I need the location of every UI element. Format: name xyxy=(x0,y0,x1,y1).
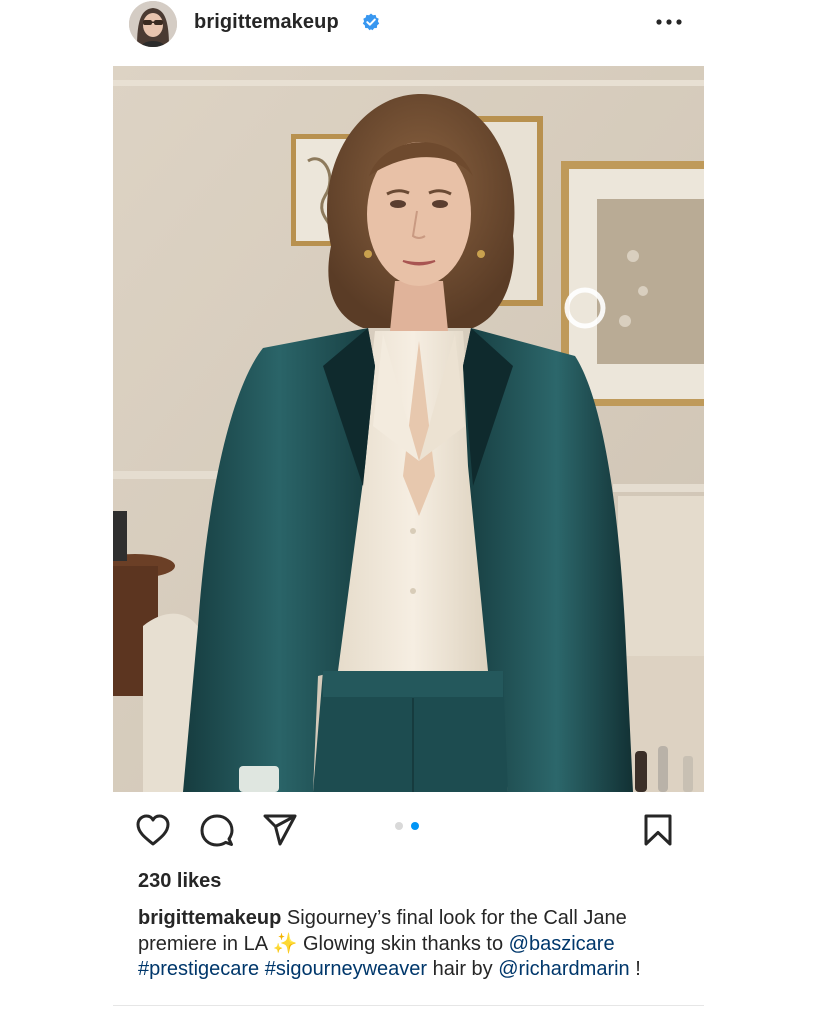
like-count[interactable]: 230 likes xyxy=(138,870,221,893)
caption-username[interactable]: brigittemakeup xyxy=(138,907,281,929)
share-send-icon[interactable] xyxy=(261,812,299,848)
mention-baszicare[interactable]: @baszicare xyxy=(509,933,615,955)
hashtag-prestigecare[interactable]: #prestigecare xyxy=(138,958,259,980)
more-options-icon[interactable] xyxy=(655,12,683,32)
post-username[interactable]: brigittemakeup xyxy=(194,11,339,34)
post-caption: brigittemakeup Sigourney’s final look fo… xyxy=(138,906,698,983)
divider xyxy=(113,1005,704,1006)
verified-badge-icon xyxy=(362,13,380,31)
post-header: brigittemakeup xyxy=(0,0,815,48)
caption-text-2: Glowing skin thanks to xyxy=(303,932,504,955)
carousel-dot-1 xyxy=(395,822,403,830)
carousel-dot-2-active xyxy=(411,822,419,830)
post-image xyxy=(113,66,704,792)
save-bookmark-icon[interactable] xyxy=(642,812,674,848)
mention-richardmarin[interactable]: @richardmarin xyxy=(498,958,629,980)
avatar-image xyxy=(129,1,177,47)
avatar[interactable] xyxy=(129,1,177,47)
caption-text-3: hair by xyxy=(432,958,493,980)
hashtag-sigourneyweaver[interactable]: #sigourneyweaver xyxy=(265,958,427,980)
caption-end: ! xyxy=(635,958,641,980)
like-heart-icon[interactable] xyxy=(134,812,172,848)
comment-icon[interactable] xyxy=(198,812,236,850)
carousel-indicator xyxy=(395,822,425,832)
post-photo[interactable] xyxy=(113,66,704,792)
sparkles-emoji: ✨ xyxy=(272,932,298,955)
